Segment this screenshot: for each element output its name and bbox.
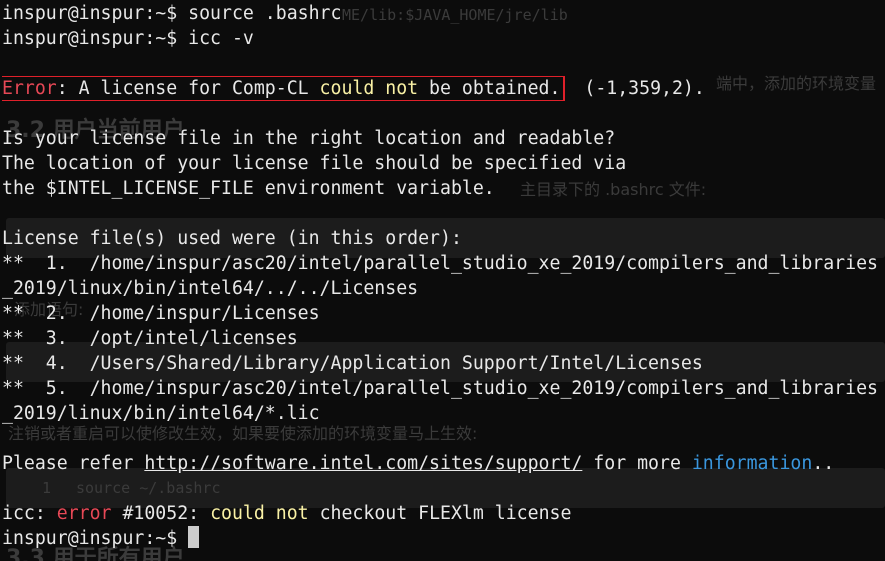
terminal-line: The location of your license file should…: [2, 153, 627, 174]
shell-prompt: inspur@inspur:~$: [2, 528, 178, 549]
error-text: : A license for Comp-CL: [56, 78, 320, 99]
terminal-line-support: Please refer http://software.intel.com/s…: [2, 453, 835, 474]
terminal-window[interactable]: ME/lib:$JAVA_HOME/jre/lib 端中，添加的环境变量 3.2…: [0, 0, 885, 561]
license-path-line: _2019/linux/bin/intel64/*.lic: [2, 403, 320, 424]
shell-prompt: inspur@inspur:~$: [2, 28, 178, 49]
terminal-line-icc-error: icc: error #10052: could not checkout FL…: [2, 503, 572, 524]
license-path-line: ** 5. /home/inspur/asc20/intel/parallel_…: [2, 378, 878, 399]
shell-command: source .bashrc: [177, 3, 342, 24]
shell-prompt: inspur@inspur:~$: [2, 3, 178, 24]
shell-command: icc -v: [177, 28, 254, 49]
shell-command: [177, 528, 188, 549]
terminal-line: inspur@inspur:~$ source .bashrc: [2, 1, 885, 26]
license-path-line: ** 1. /home/inspur/asc20/intel/parallel_…: [2, 253, 878, 274]
terminal-line: the $INTEL_LICENSE_FILE environment vari…: [2, 178, 495, 199]
keyword-not: not: [275, 503, 309, 524]
text-cursor[interactable]: [188, 526, 200, 548]
terminal-line: License file(s) used were (in this order…: [2, 228, 462, 249]
keyword-could: could: [319, 78, 375, 99]
error-label: error: [56, 503, 112, 524]
terminal-line-license-error: Error: A license for Comp-CL could not b…: [2, 76, 885, 101]
keyword-information: information: [691, 453, 813, 474]
terminal-line-current-prompt[interactable]: inspur@inspur:~$: [2, 526, 885, 551]
terminal-output[interactable]: inspur@inspur:~$ source .bashrc inspur@i…: [2, 1, 885, 551]
highlighted-error-annotation: Error: A license for Comp-CL could not b…: [2, 76, 566, 101]
terminal-line: Is your license file in the right locati…: [2, 128, 616, 149]
license-path-line: ** 4. /Users/Shared/Library/Application …: [2, 353, 703, 374]
support-link[interactable]: http://software.intel.com/sites/support/: [144, 453, 582, 474]
keyword-could: could: [210, 503, 265, 524]
error-code: (-1,359,2).: [562, 78, 705, 99]
error-label: Error: [2, 78, 57, 99]
license-path-line: _2019/linux/bin/intel64/../../Licenses: [2, 278, 419, 299]
terminal-line: inspur@inspur:~$ icc -v: [2, 26, 885, 51]
license-path-line: ** 3. /opt/intel/licenses: [2, 328, 298, 349]
error-text-end: be obtained.: [418, 78, 561, 99]
keyword-not: not: [385, 78, 419, 99]
license-path-line: ** 2. /home/inspur/Licenses: [2, 303, 320, 324]
